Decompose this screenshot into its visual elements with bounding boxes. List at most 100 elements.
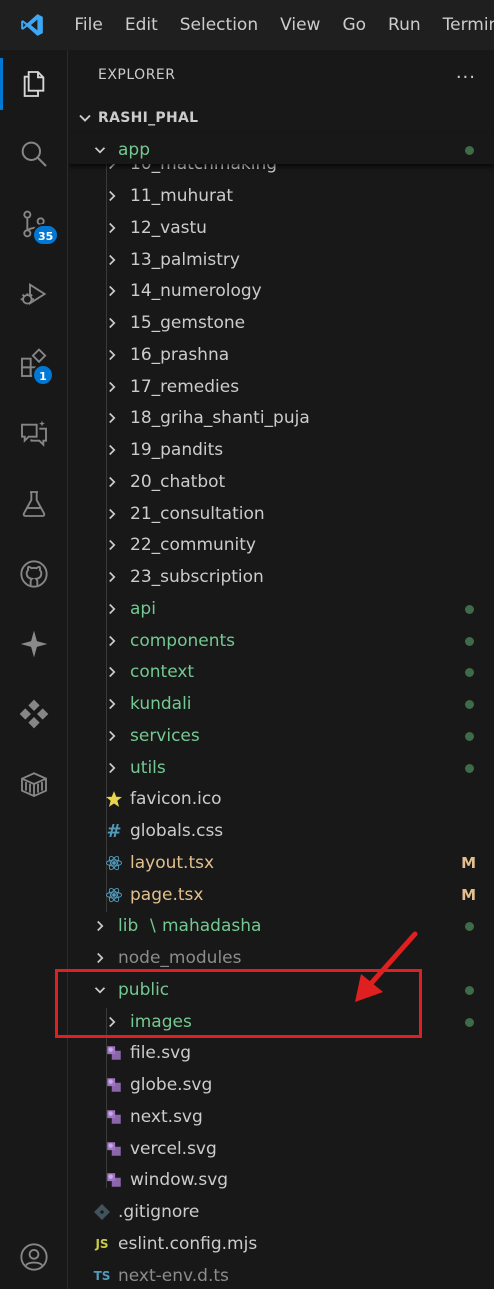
testing-icon[interactable] — [0, 472, 68, 536]
tree-file-row[interactable]: favicon.ico — [69, 783, 494, 815]
chevron-right-icon — [109, 762, 116, 773]
menu-run[interactable]: Run — [377, 0, 432, 50]
tree-item-label: 11_muhurat — [130, 186, 234, 206]
tree-folder-row[interactable]: 13_palmistry — [69, 244, 494, 276]
tree-item-label: 13_palmistry — [130, 249, 240, 270]
tree-item-label: eslint.config.mjs — [118, 1233, 258, 1254]
tree-folder-row[interactable]: kundali — [69, 688, 494, 720]
tree-file-row[interactable]: page.tsx M — [69, 879, 494, 911]
tree-folder-row[interactable]: 17_remedies — [69, 371, 494, 403]
tree-item-label: 22_community — [130, 535, 256, 556]
menu-edit[interactable]: Edit — [114, 0, 169, 50]
chevron-right-icon — [109, 222, 116, 233]
remote-icon[interactable] — [0, 682, 68, 746]
chevron-right-icon — [109, 317, 116, 329]
tree-item-label: .gitignore — [118, 1202, 200, 1222]
git-status-dot — [465, 146, 474, 155]
containers-icon[interactable] — [0, 752, 68, 816]
workspace-root-row[interactable]: RASHI_PHAL — [69, 102, 494, 134]
chevron-right-icon — [109, 508, 116, 519]
menu-file[interactable]: File — [63, 0, 113, 50]
more-actions-icon[interactable]: ... — [456, 62, 476, 83]
tree-folder-row[interactable]: app — [69, 134, 494, 166]
menu-selection[interactable]: Selection — [169, 0, 269, 50]
tree-file-row[interactable]: window.svg — [69, 1164, 494, 1196]
menu-go[interactable]: Go — [331, 0, 377, 50]
tree-file-row[interactable]: JS eslint.config.mjs — [69, 1228, 494, 1260]
chevron-right-icon — [109, 635, 116, 646]
tree-file-row[interactable]: vercel.svg — [69, 1133, 494, 1165]
tree-item-label: 19_pandits — [130, 440, 224, 460]
tree-file-row[interactable]: .gitignore — [69, 1196, 494, 1228]
extensions-badge: 1 — [32, 364, 54, 386]
tree-folder-row[interactable]: 22_community — [69, 529, 494, 561]
tree-item-label: lib — [118, 916, 139, 937]
menu-terminal[interactable]: Terminal — [432, 0, 494, 50]
tree-file-row[interactable]: TS next-env.d.ts — [69, 1260, 494, 1289]
tree-item-label: globals.css — [130, 821, 224, 841]
github-icon[interactable] — [0, 542, 68, 606]
tree-item-label: window.svg — [130, 1170, 229, 1191]
source-control-icon[interactable]: 35 — [0, 192, 68, 256]
chevron-right-icon — [97, 952, 104, 964]
chevron-right-icon — [109, 190, 116, 202]
tree-folder-row[interactable]: utils — [69, 752, 494, 784]
tree-file-row[interactable]: next.svg — [69, 1101, 494, 1133]
tree-item-label: page.tsx — [130, 884, 204, 905]
search-icon[interactable] — [0, 122, 68, 186]
tree-item-label: 21_consultation — [130, 503, 265, 524]
tree-item-label: api — [130, 598, 156, 619]
tree-folder-row[interactable]: api — [69, 593, 494, 625]
svg-icon — [104, 1170, 124, 1190]
tree-folder-row[interactable]: components — [69, 625, 494, 657]
tree-item-label: 16_prashna — [130, 344, 230, 365]
tree-folder-row[interactable]: 12_vastu — [69, 212, 494, 244]
tree-file-row[interactable]: file.svg — [69, 1037, 494, 1069]
explorer-icon[interactable] — [0, 52, 68, 116]
tree-item-label: 18_griha_shanti_puja — [130, 408, 310, 429]
tree-folder-row[interactable]: context — [69, 656, 494, 688]
tree-item-label: 12_vastu — [130, 217, 207, 238]
tree-file-row[interactable]: layout.tsx M — [69, 847, 494, 879]
chevron-right-icon — [109, 476, 116, 487]
copilot-icon[interactable] — [0, 612, 68, 676]
menu-view[interactable]: View — [269, 0, 331, 50]
tree-folder-row[interactable]: 23_subscription — [69, 561, 494, 593]
chevron-right-icon — [109, 413, 116, 424]
tree-item-label: node_modules — [118, 948, 242, 968]
react-icon — [104, 853, 124, 873]
extensions-icon[interactable]: 1 — [0, 332, 68, 396]
tree-folder-row[interactable]: 16_prashna — [69, 339, 494, 371]
chevron-right-icon — [109, 730, 116, 741]
account-icon[interactable] — [0, 1225, 68, 1289]
run-debug-icon[interactable] — [0, 262, 68, 326]
tree-folder-row[interactable]: 20_chatbot — [69, 466, 494, 498]
tree-file-row[interactable]: # globals.css — [69, 815, 494, 847]
tree-folder-row[interactable]: 15_gemstone — [69, 307, 494, 339]
git-status-dot — [465, 763, 474, 773]
tree-file-row[interactable]: globe.svg — [69, 1069, 494, 1101]
tree-folder-row[interactable]: lib \ mahadasha — [69, 910, 494, 942]
chevron-right-icon — [109, 254, 116, 265]
tree-folder-row[interactable]: 21_consultation — [69, 498, 494, 530]
vscode-logo-icon — [0, 0, 63, 50]
git-status-dot — [465, 604, 474, 614]
tree-item-label: favicon.ico — [130, 789, 222, 810]
tree-folder-row[interactable]: 11_muhurat — [69, 180, 494, 212]
star-icon — [104, 789, 124, 809]
svg-icon — [104, 1075, 124, 1095]
svg-icon — [104, 1043, 124, 1063]
tree-item-label: utils — [130, 757, 166, 778]
git-status-dot — [465, 922, 474, 932]
tree-folder-row[interactable]: 18_griha_shanti_puja — [69, 402, 494, 434]
chevron-right-icon — [109, 444, 116, 456]
chevron-right-icon — [109, 571, 116, 583]
tree-folder-row[interactable]: 19_pandits — [69, 434, 494, 466]
tree-item-label: globe.svg — [130, 1075, 213, 1095]
tree-folder-row[interactable]: 14_numerology — [69, 275, 494, 307]
chat-icon[interactable] — [0, 402, 68, 466]
chevron-right-icon — [109, 603, 116, 614]
chevron-right-icon — [109, 349, 116, 360]
tree-folder-row[interactable]: services — [69, 720, 494, 752]
tree-item-label: vercel.svg — [130, 1138, 217, 1159]
